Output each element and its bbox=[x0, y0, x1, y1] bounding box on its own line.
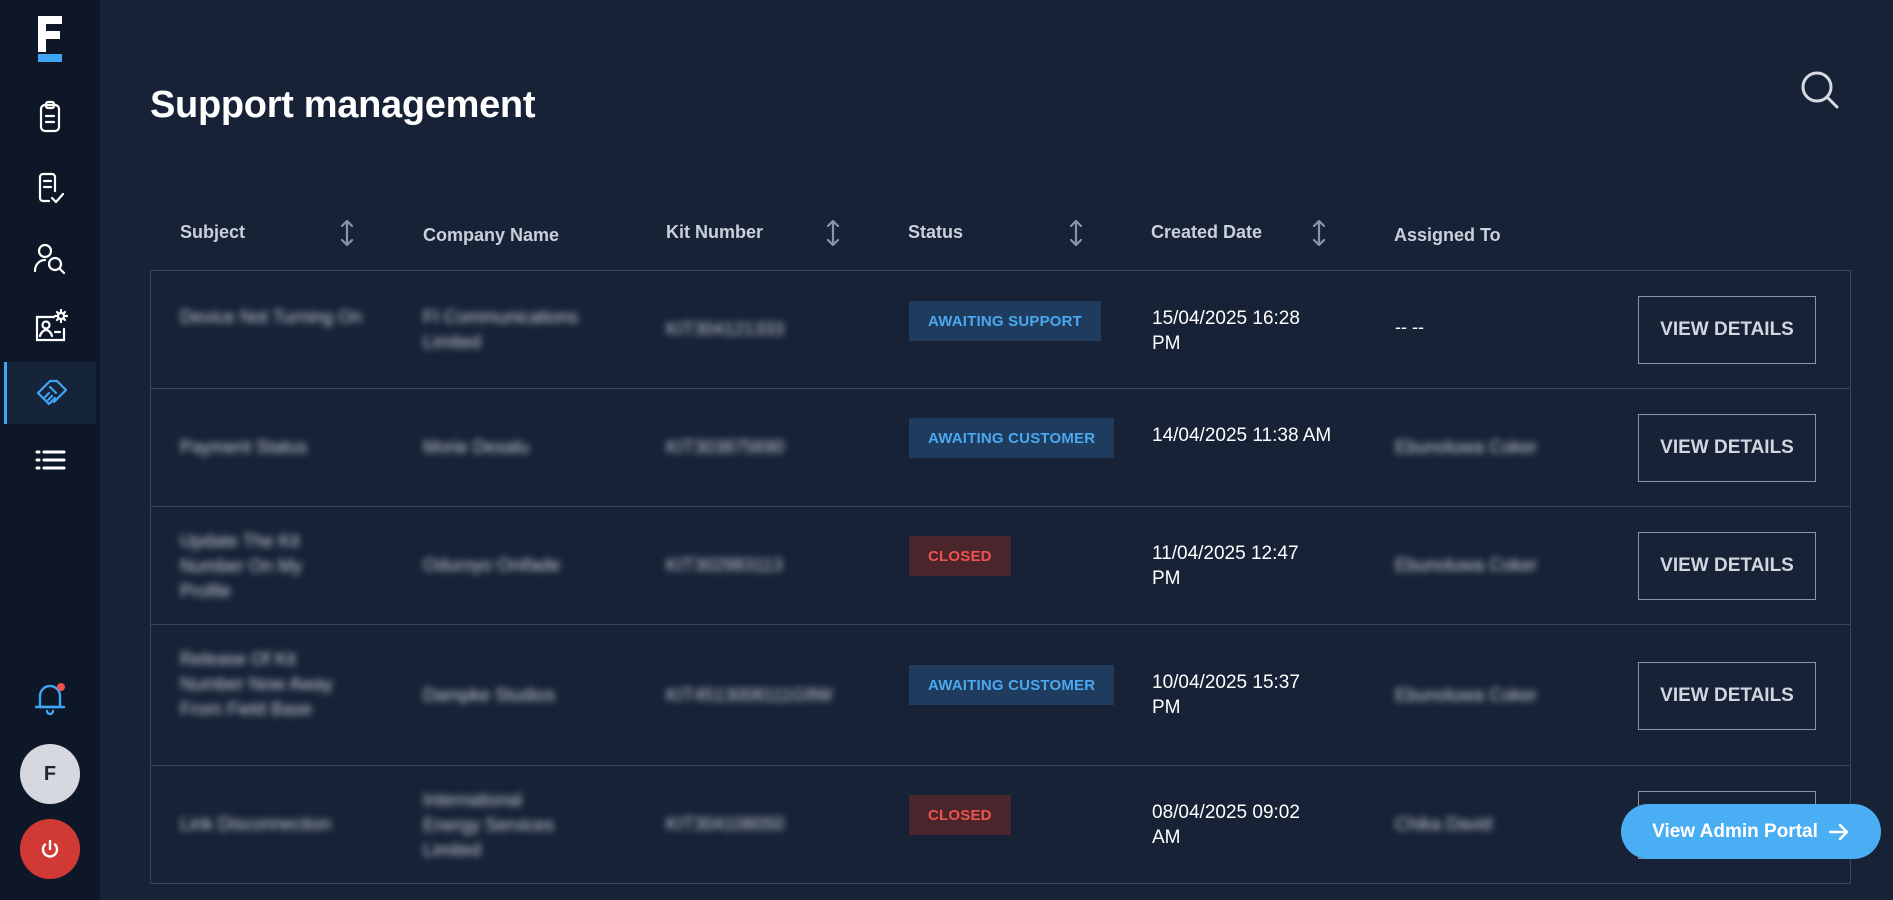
column-assigned-to: Assigned To bbox=[1394, 225, 1501, 245]
column-status[interactable]: Status bbox=[908, 222, 963, 243]
table-row: Release Of Kit Number Now Away From Fiel… bbox=[151, 625, 1850, 766]
power-icon bbox=[41, 839, 59, 858]
search-icon bbox=[1801, 71, 1839, 109]
subject-cell: Device Not Turning On bbox=[180, 307, 363, 327]
status-badge: AWAITING SUPPORT bbox=[909, 301, 1102, 341]
table-row: Update The Kit Number On My Profile Odur… bbox=[151, 507, 1850, 625]
sidebar: F bbox=[0, 0, 100, 900]
avatar[interactable]: F bbox=[20, 744, 80, 804]
page-title: Support management bbox=[150, 84, 536, 126]
view-details-button[interactable]: VIEW DETAILS bbox=[1638, 414, 1816, 482]
column-created-date[interactable]: Created Date bbox=[1151, 222, 1262, 243]
assigned-to-cell: Chika David bbox=[1395, 814, 1493, 834]
handshake-icon bbox=[36, 379, 67, 406]
nav-item-user-search[interactable] bbox=[4, 227, 96, 289]
created-date-cell: 10/04/2025 15:37 PM bbox=[1152, 672, 1300, 718]
assigned-to-cell: -- -- bbox=[1395, 317, 1424, 337]
kit-number-cell: KIT4513008111G9W bbox=[666, 685, 833, 705]
company-cell: International Energy Services Limited bbox=[423, 790, 555, 860]
view-admin-portal-label: View Admin Portal bbox=[1652, 820, 1818, 842]
nav-item-list[interactable] bbox=[4, 429, 96, 491]
view-details-button[interactable]: VIEW DETAILS bbox=[1638, 662, 1816, 730]
kit-number-cell: KIT302983113 bbox=[666, 555, 783, 575]
assigned-to-cell: Ebunoluwa Coker bbox=[1395, 437, 1538, 457]
created-date-cell: 15/04/2025 16:28 PM bbox=[1152, 308, 1300, 354]
company-cell: Dampke Studios bbox=[423, 685, 556, 705]
kit-number-cell: KIT303875690 bbox=[666, 437, 785, 457]
subject-cell: Release Of Kit Number Now Away From Fiel… bbox=[180, 649, 333, 719]
app-logo[interactable] bbox=[36, 16, 64, 62]
table-row: Link Disconnection International Energy … bbox=[151, 766, 1850, 884]
view-details-button[interactable]: VIEW DETAILS bbox=[1638, 296, 1816, 364]
nav-item-clipboard[interactable] bbox=[4, 86, 96, 148]
sort-icon[interactable] bbox=[1067, 218, 1085, 248]
view-details-button[interactable]: VIEW DETAILS bbox=[1638, 532, 1816, 600]
subject-cell: Link Disconnection bbox=[180, 814, 332, 834]
kit-number-cell: KIT304108050 bbox=[666, 814, 785, 834]
sort-icon[interactable] bbox=[1310, 218, 1328, 248]
status-badge: AWAITING CUSTOMER bbox=[909, 418, 1115, 458]
created-date-cell: 11/04/2025 12:47 PM bbox=[1152, 543, 1299, 589]
list-icon bbox=[35, 450, 66, 470]
status-badge: CLOSED bbox=[909, 795, 1011, 835]
assigned-to-cell: Ebunoluwa Coker bbox=[1395, 685, 1538, 705]
nav-item-support[interactable] bbox=[4, 362, 96, 424]
checklist-icon bbox=[38, 172, 65, 204]
nav-item-profile-settings[interactable] bbox=[4, 295, 96, 357]
bell-icon bbox=[34, 683, 66, 716]
logout-button[interactable] bbox=[20, 819, 80, 879]
table-row: Device Not Turning On FI Communications … bbox=[151, 271, 1850, 389]
status-badge: CLOSED bbox=[909, 536, 1011, 576]
created-date-cell: 08/04/2025 09:02 AM bbox=[1152, 802, 1300, 848]
user-search-icon bbox=[33, 243, 66, 275]
kit-number-cell: KIT304121333 bbox=[666, 319, 785, 339]
assigned-to-cell: Ebunoluwa Coker bbox=[1395, 555, 1538, 575]
table-header: Subject Company Name Kit Number Status C… bbox=[150, 200, 1851, 270]
subject-cell: Update The Kit Number On My Profile bbox=[180, 531, 303, 601]
arrow-right-icon bbox=[1828, 823, 1849, 840]
company-cell: Oduroyo Onifade bbox=[423, 555, 561, 575]
column-company-name: Company Name bbox=[423, 225, 560, 245]
column-subject[interactable]: Subject bbox=[180, 222, 245, 243]
subject-cell: Payment Status bbox=[180, 437, 308, 457]
support-table: Subject Company Name Kit Number Status C… bbox=[150, 200, 1851, 884]
search-button[interactable] bbox=[1796, 66, 1844, 114]
sort-icon[interactable] bbox=[338, 218, 356, 248]
nav-item-checklist[interactable] bbox=[4, 157, 96, 219]
created-date-cell: 14/04/2025 11:38 AM bbox=[1152, 425, 1332, 446]
notifications-button[interactable] bbox=[28, 676, 72, 720]
company-cell: Morie Desalu bbox=[423, 437, 530, 457]
table-row: Payment Status Morie Desalu KIT303875690… bbox=[151, 389, 1850, 507]
company-cell: FI Communications Limited bbox=[423, 307, 579, 352]
column-kit-number[interactable]: Kit Number bbox=[666, 222, 763, 243]
view-admin-portal-button[interactable]: View Admin Portal bbox=[1621, 804, 1881, 859]
sort-icon[interactable] bbox=[824, 218, 842, 248]
status-badge: AWAITING CUSTOMER bbox=[909, 665, 1115, 705]
clipboard-icon bbox=[39, 100, 61, 133]
table-body: Device Not Turning On FI Communications … bbox=[150, 270, 1851, 884]
profile-settings-icon bbox=[35, 308, 69, 342]
